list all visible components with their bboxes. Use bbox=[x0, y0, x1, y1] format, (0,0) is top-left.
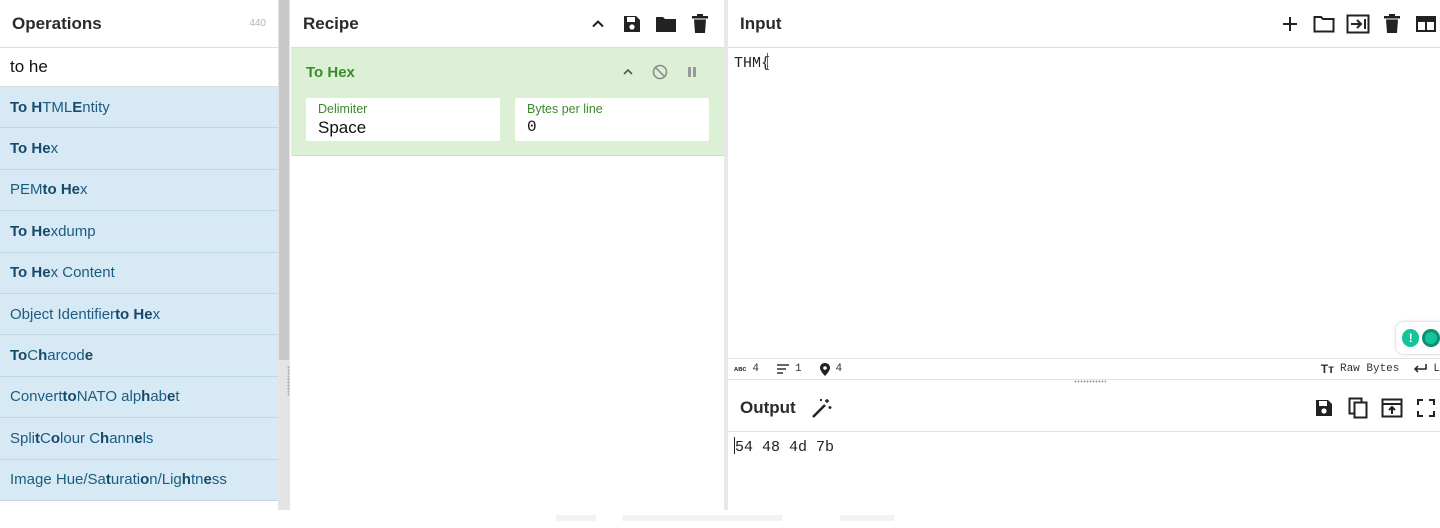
layout-icon[interactable] bbox=[1414, 12, 1438, 36]
operation-list-item[interactable]: To Ch arcod e bbox=[0, 335, 278, 377]
recipe-panel: Recipe To Hex Delimiter Space Bytes per … bbox=[291, 0, 724, 510]
bottom-edge bbox=[0, 510, 1440, 528]
recipe-header: Recipe bbox=[291, 0, 724, 48]
magic-wand-icon[interactable] bbox=[810, 396, 834, 420]
lines-icon bbox=[776, 364, 789, 374]
abc-icon: ᴀʙᴄ bbox=[734, 365, 747, 373]
grammarly-icon[interactable] bbox=[1422, 329, 1440, 347]
input-status-bar: ᴀʙᴄ 4 1 4 Tт Raw Bytes L bbox=[728, 358, 1440, 380]
grammarly-widget[interactable]: ! bbox=[1396, 322, 1440, 354]
recipe-operation-to-hex[interactable]: To Hex Delimiter Space Bytes per line 0 bbox=[291, 48, 724, 156]
output-title: Output bbox=[740, 397, 796, 417]
bytes-per-line-value[interactable]: 0 bbox=[527, 118, 697, 136]
clear-input-icon[interactable] bbox=[1380, 12, 1404, 36]
operation-list-item[interactable]: To He x bbox=[0, 128, 278, 170]
scrollbar-thumb[interactable] bbox=[279, 0, 289, 360]
eol-selector[interactable]: L bbox=[1413, 363, 1440, 375]
return-icon bbox=[1414, 364, 1428, 373]
save-icon[interactable] bbox=[620, 12, 644, 36]
char-count: ᴀʙᴄ 4 bbox=[734, 363, 759, 375]
input-title: Input bbox=[740, 13, 782, 33]
pause-icon[interactable] bbox=[680, 60, 704, 84]
chevron-up-icon[interactable] bbox=[616, 60, 640, 84]
delimiter-label: Delimiter bbox=[318, 102, 368, 116]
open-folder-icon[interactable] bbox=[1312, 12, 1336, 36]
io-panel: Input THM{ ! ᴀʙᴄ 4 1 4 Tт Raw Bytes L Ou… bbox=[728, 0, 1440, 510]
replace-input-icon[interactable] bbox=[1380, 396, 1404, 420]
column-resize-handle[interactable] bbox=[287, 366, 290, 396]
operation-list-item[interactable]: To He xdump bbox=[0, 211, 278, 253]
operation-list-item[interactable]: PEM to He x bbox=[0, 169, 278, 212]
operations-panel: Operations 440 To HTML EntityTo HexPEM t… bbox=[0, 0, 278, 510]
output-textarea[interactable]: 54 48 4d 7b bbox=[728, 432, 1440, 461]
operations-search[interactable] bbox=[0, 48, 278, 87]
bytes-per-line-label: Bytes per line bbox=[527, 102, 603, 116]
location-pin-icon bbox=[819, 362, 830, 376]
output-text: 54 48 4d 7b bbox=[735, 439, 835, 456]
delimiter-field[interactable]: Delimiter Space bbox=[306, 98, 500, 141]
disable-icon[interactable] bbox=[648, 60, 672, 84]
resize-grip[interactable] bbox=[1074, 380, 1106, 383]
lightbulb-icon[interactable]: ! bbox=[1402, 329, 1420, 347]
text-caret bbox=[767, 53, 769, 70]
operation-list-item[interactable]: Convert to NATO alp h ab e t bbox=[0, 376, 278, 419]
operation-list-item[interactable]: To He x Content bbox=[0, 252, 278, 294]
operations-count: 440 bbox=[249, 18, 266, 29]
folder-icon[interactable] bbox=[654, 12, 678, 36]
text-size-icon: Tт bbox=[1320, 362, 1334, 376]
operation-list-item[interactable]: Spli t Co lour Ch ann e ls bbox=[0, 418, 278, 460]
fullscreen-icon[interactable] bbox=[1414, 396, 1438, 420]
operations-scrollbar[interactable] bbox=[278, 0, 290, 510]
output-header: Output bbox=[728, 384, 1440, 432]
operations-header: Operations 440 bbox=[0, 0, 278, 48]
input-text: THM{ bbox=[734, 55, 771, 72]
recipe-title: Recipe bbox=[303, 13, 359, 33]
input-header: Input bbox=[728, 0, 1440, 48]
operation-list-item[interactable]: To H TML Entity bbox=[0, 87, 278, 129]
bytes-per-line-field[interactable]: Bytes per line 0 bbox=[515, 98, 709, 141]
copy-icon[interactable] bbox=[1346, 396, 1370, 420]
add-tab-icon[interactable] bbox=[1278, 12, 1302, 36]
search-input[interactable] bbox=[10, 57, 268, 77]
trash-icon[interactable] bbox=[688, 12, 712, 36]
operation-name: To Hex bbox=[306, 64, 355, 81]
input-textarea[interactable]: THM{ bbox=[728, 48, 1440, 358]
delimiter-value[interactable]: Space bbox=[318, 118, 488, 138]
operation-list-item[interactable]: Image Hue/Sa t urati o n/Lig h tn e ss bbox=[0, 459, 278, 501]
operation-list-item[interactable]: Object Identifier to He x bbox=[0, 293, 278, 336]
line-count: 1 bbox=[776, 363, 802, 375]
encoding-selector[interactable]: Tт Raw Bytes bbox=[1321, 362, 1400, 376]
operations-list: To H TML Entity To He x PEM to He x To He xdump… bbox=[0, 87, 278, 501]
open-file-icon[interactable] bbox=[1346, 12, 1370, 36]
chevron-up-icon[interactable] bbox=[586, 12, 610, 36]
cursor-position: 4 bbox=[819, 362, 842, 376]
save-output-icon[interactable] bbox=[1312, 396, 1336, 420]
operations-title: Operations bbox=[12, 13, 102, 33]
